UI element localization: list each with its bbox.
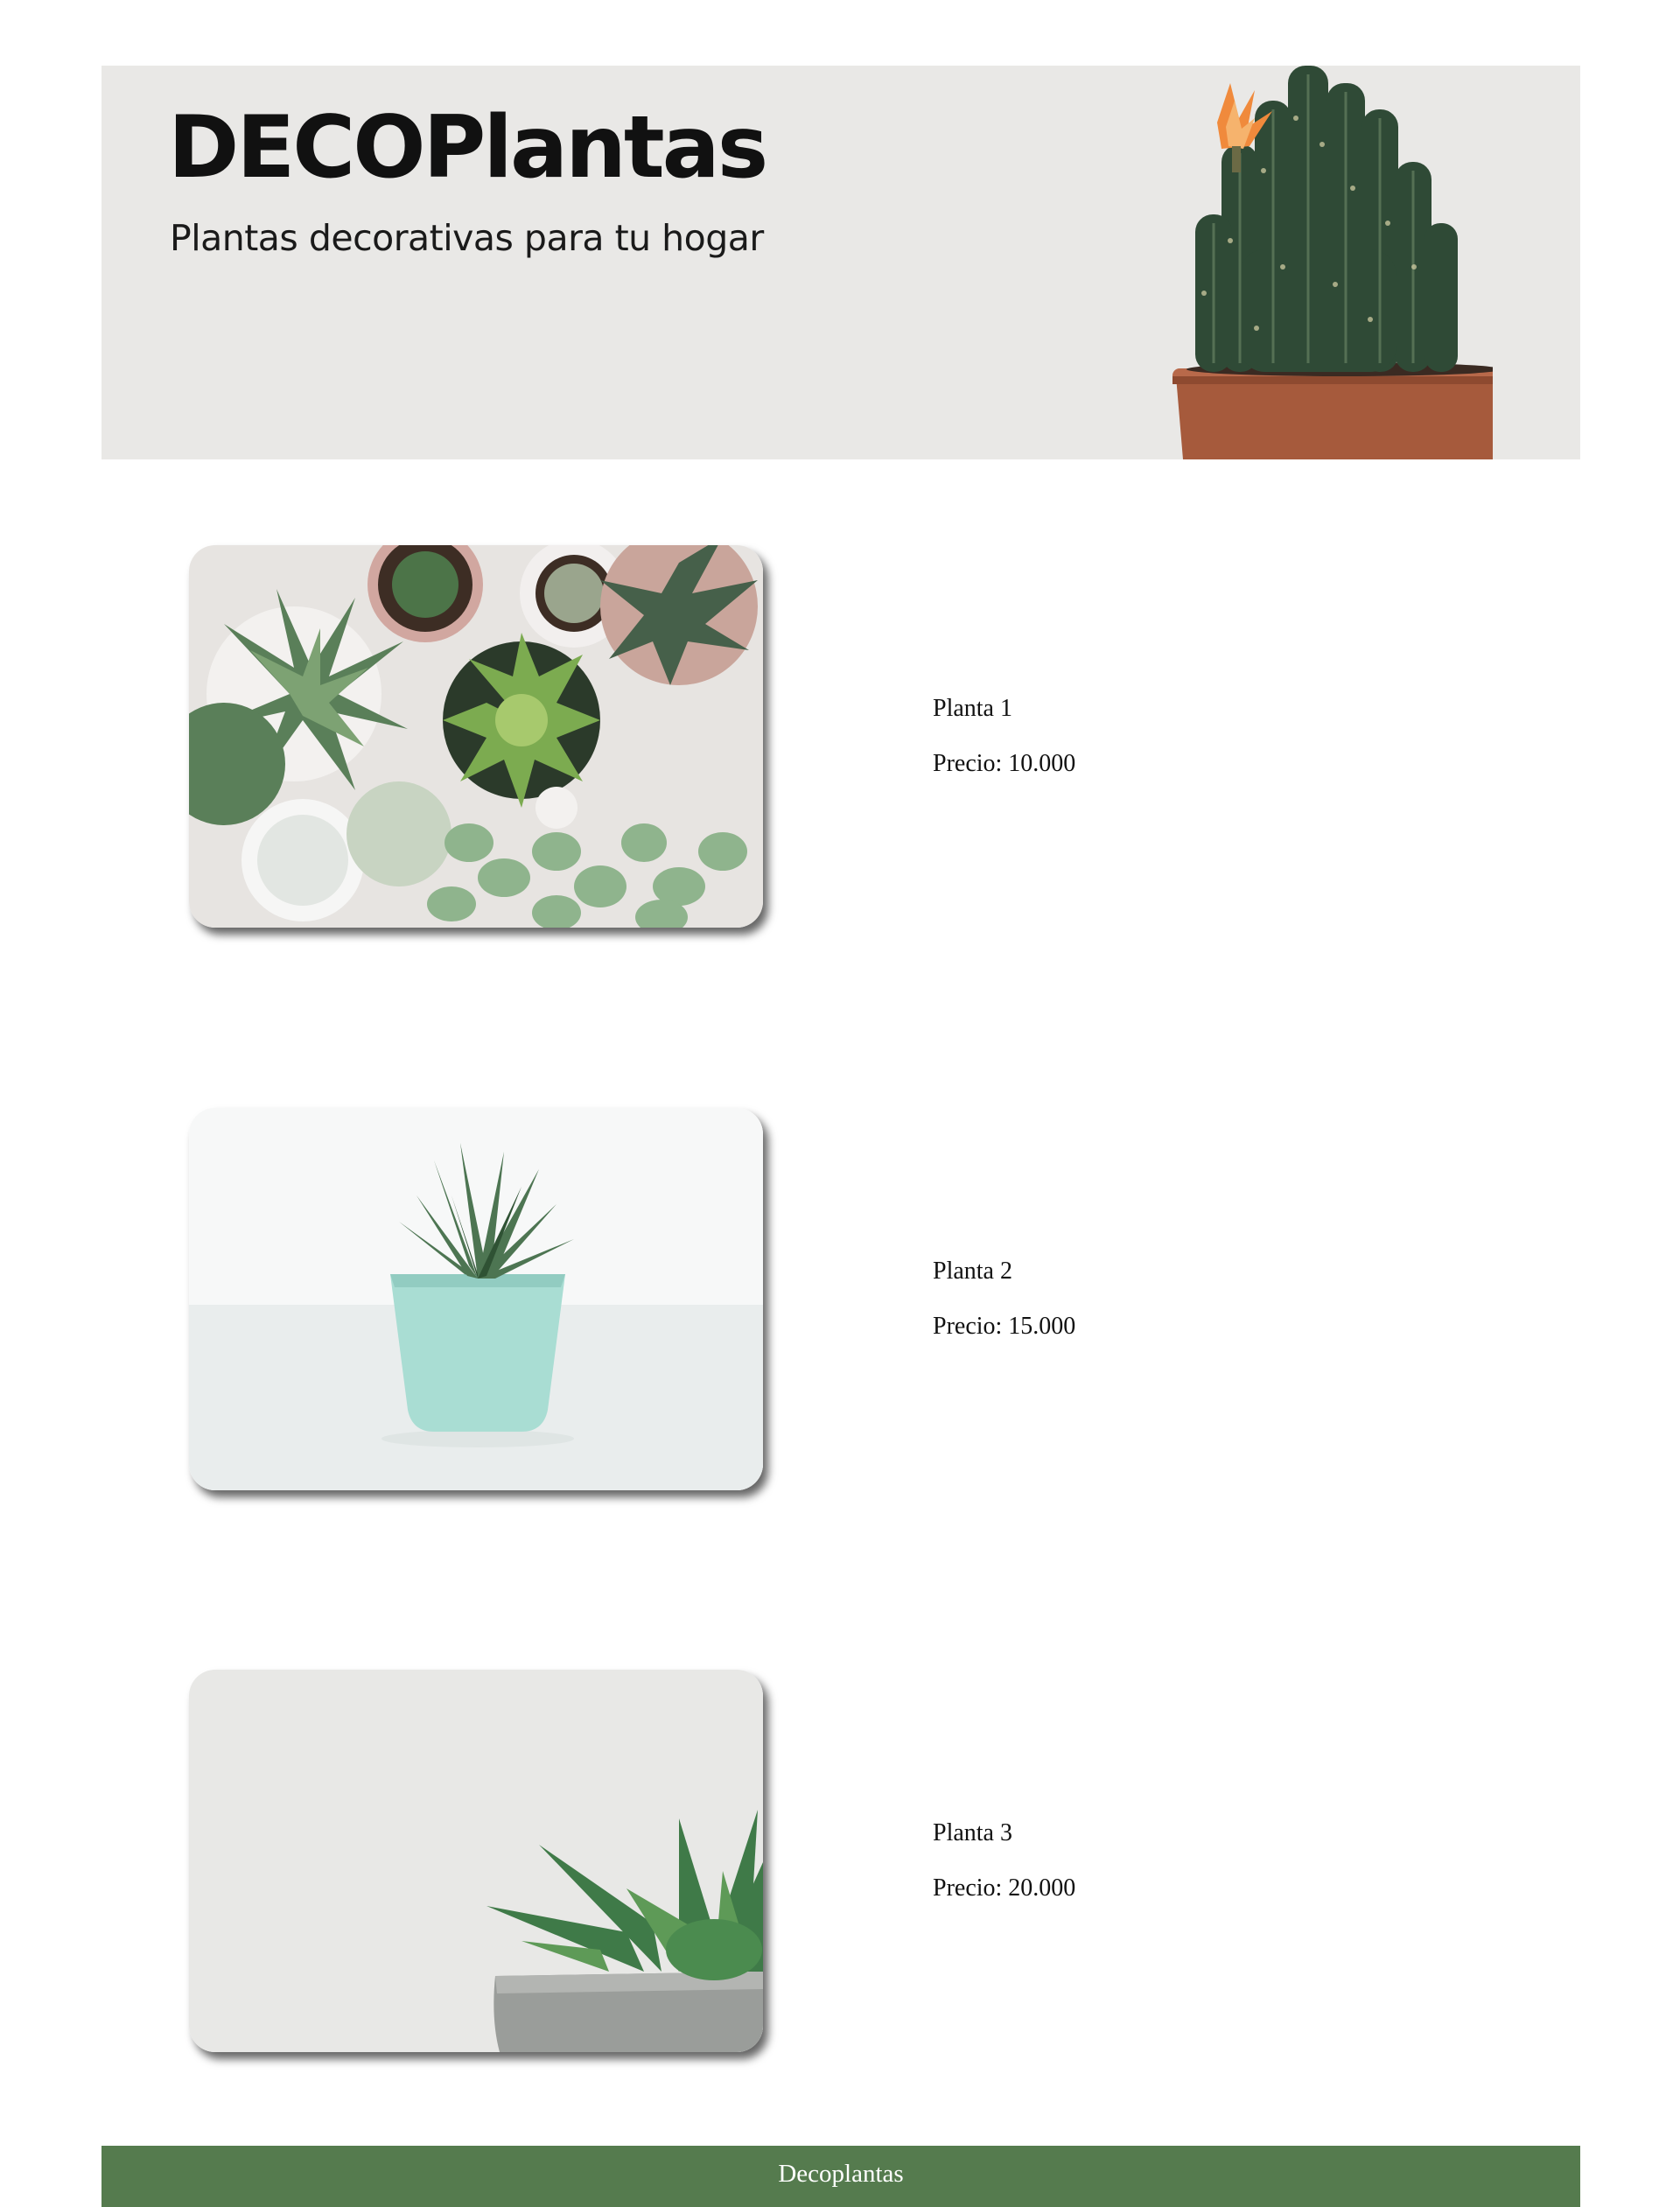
- product-card: Planta 3 Precio: 20.000: [102, 1670, 1580, 2055]
- footer-text: Decoplantas: [778, 2160, 904, 2188]
- hero-banner: DECOPlantas Plantas decorativas para tu …: [102, 66, 1580, 459]
- site-tagline: Plantas decorativas para tu hogar: [170, 216, 764, 259]
- footer: Decoplantas: [102, 2146, 1580, 2207]
- product-card: Planta 1 Precio: 10.000: [102, 545, 1580, 930]
- product-name: Planta 1: [933, 695, 1012, 722]
- product-price: Precio: 10.000: [933, 750, 1076, 777]
- product-price: Precio: 20.000: [933, 1874, 1076, 1902]
- product-name: Planta 3: [933, 1819, 1012, 1846]
- product-card: Planta 2 Precio: 15.000: [102, 1108, 1580, 1493]
- product-image[interactable]: [189, 545, 763, 928]
- cactus-pot-image: [1152, 66, 1519, 459]
- product-info: Planta 1 Precio: 10.000: [933, 695, 1075, 778]
- product-image[interactable]: [189, 1670, 763, 2052]
- product-info: Planta 2 Precio: 15.000: [933, 1258, 1075, 1341]
- site-title: DECOPlantas: [168, 98, 768, 198]
- product-info: Planta 3 Precio: 20.000: [933, 1819, 1075, 1902]
- product-name: Planta 2: [933, 1258, 1012, 1285]
- page: DECOPlantas Plantas decorativas para tu …: [102, 0, 1580, 2207]
- product-image[interactable]: [189, 1108, 763, 1490]
- product-price: Precio: 15.000: [933, 1313, 1076, 1340]
- hero-text: DECOPlantas Plantas decorativas para tu …: [168, 98, 768, 259]
